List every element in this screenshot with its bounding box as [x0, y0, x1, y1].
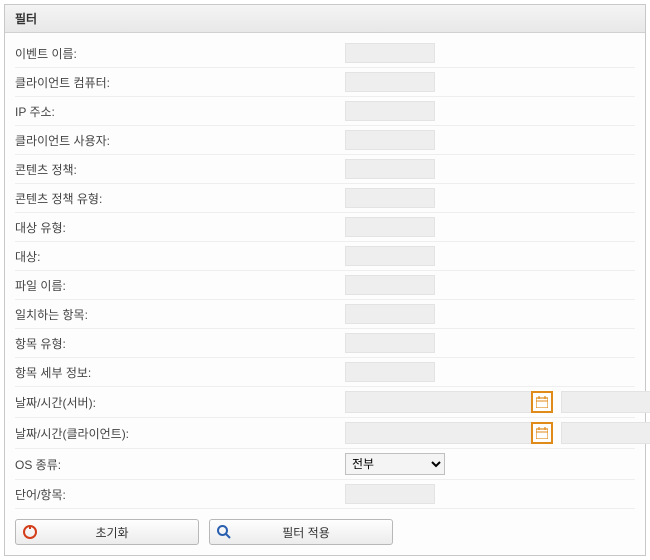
row-content-policy: 콘텐츠 정책:: [15, 155, 635, 184]
label-ip-address: IP 주소:: [15, 103, 345, 120]
label-item-type: 항목 유형:: [15, 335, 345, 352]
row-client-user: 클라이언트 사용자:: [15, 126, 635, 155]
input-word-item[interactable]: [345, 484, 435, 504]
label-target: 대상:: [15, 248, 345, 265]
input-target-type[interactable]: [345, 217, 435, 237]
row-item-type: 항목 유형:: [15, 329, 635, 358]
row-client-computer: 클라이언트 컴퓨터:: [15, 68, 635, 97]
label-event-name: 이벤트 이름:: [15, 45, 345, 62]
label-client-computer: 클라이언트 컴퓨터:: [15, 74, 345, 91]
row-matching-item: 일치하는 항목:: [15, 300, 635, 329]
button-row: 초기화 필터 적용: [15, 519, 635, 545]
select-os-type[interactable]: 전부: [345, 453, 445, 475]
input-event-name[interactable]: [345, 43, 435, 63]
reset-button[interactable]: 초기화: [15, 519, 199, 545]
input-ip-address[interactable]: [345, 101, 435, 121]
label-content-policy-type: 콘텐츠 정책 유형:: [15, 190, 345, 207]
reset-icon: [16, 524, 44, 540]
search-icon: [210, 524, 238, 540]
input-datetime-client-from[interactable]: [345, 422, 532, 444]
input-file-name[interactable]: [345, 275, 435, 295]
row-word-item: 단어/항목:: [15, 480, 635, 509]
input-item-type[interactable]: [345, 333, 435, 353]
row-content-policy-type: 콘텐츠 정책 유형:: [15, 184, 635, 213]
input-datetime-server-to[interactable]: [561, 391, 650, 413]
row-datetime-client: 날짜/시간(클라이언트):: [15, 418, 635, 449]
label-datetime-client: 날짜/시간(클라이언트):: [15, 425, 345, 442]
label-word-item: 단어/항목:: [15, 486, 345, 503]
label-file-name: 파일 이름:: [15, 277, 345, 294]
row-ip-address: IP 주소:: [15, 97, 635, 126]
input-matching-item[interactable]: [345, 304, 435, 324]
calendar-icon[interactable]: [531, 391, 553, 413]
panel-body: 이벤트 이름: 클라이언트 컴퓨터: IP 주소: 클라이언트 사용자: 콘텐츠…: [5, 33, 645, 555]
panel-title: 필터: [5, 5, 645, 33]
input-target[interactable]: [345, 246, 435, 266]
label-item-detail: 항목 세부 정보:: [15, 364, 345, 381]
input-datetime-server-from[interactable]: [345, 391, 532, 413]
label-target-type: 대상 유형:: [15, 219, 345, 236]
label-os-type: OS 종류:: [15, 456, 345, 473]
row-target: 대상:: [15, 242, 635, 271]
input-datetime-client-to[interactable]: [561, 422, 650, 444]
input-client-user[interactable]: [345, 130, 435, 150]
reset-button-label: 초기화: [44, 524, 198, 541]
row-target-type: 대상 유형:: [15, 213, 635, 242]
input-content-policy-type[interactable]: [345, 188, 435, 208]
calendar-icon[interactable]: [531, 422, 553, 444]
row-item-detail: 항목 세부 정보:: [15, 358, 635, 387]
input-content-policy[interactable]: [345, 159, 435, 179]
label-content-policy: 콘텐츠 정책:: [15, 161, 345, 178]
input-client-computer[interactable]: [345, 72, 435, 92]
label-datetime-server: 날짜/시간(서버):: [15, 394, 345, 411]
label-client-user: 클라이언트 사용자:: [15, 132, 345, 149]
input-item-detail[interactable]: [345, 362, 435, 382]
row-os-type: OS 종류: 전부: [15, 449, 635, 480]
filter-panel: 필터 이벤트 이름: 클라이언트 컴퓨터: IP 주소: 클라이언트 사용자: …: [4, 4, 646, 556]
apply-filter-button[interactable]: 필터 적용: [209, 519, 393, 545]
row-file-name: 파일 이름:: [15, 271, 635, 300]
label-matching-item: 일치하는 항목:: [15, 306, 345, 323]
apply-filter-button-label: 필터 적용: [238, 524, 392, 541]
row-event-name: 이벤트 이름:: [15, 39, 635, 68]
row-datetime-server: 날짜/시간(서버):: [15, 387, 635, 418]
